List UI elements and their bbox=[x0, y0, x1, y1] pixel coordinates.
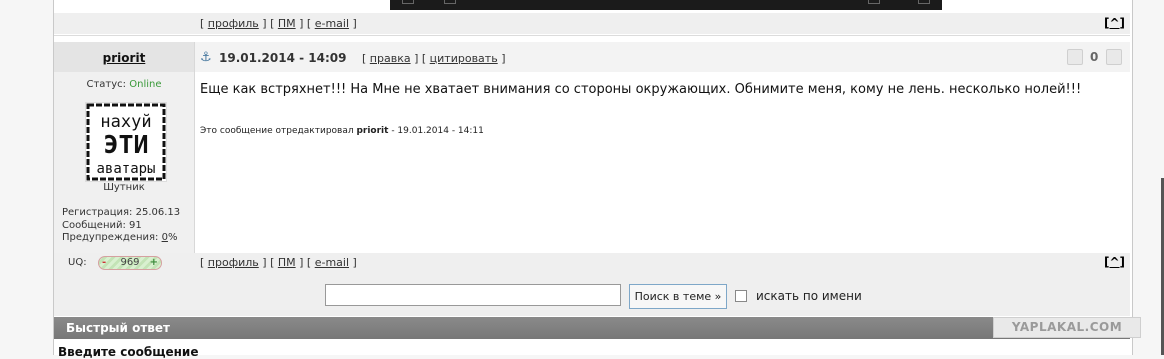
search-input[interactable] bbox=[325, 284, 621, 306]
user-rank: Шутник bbox=[103, 182, 145, 193]
status-label: Статус: bbox=[86, 79, 127, 90]
profile-link[interactable]: профиль bbox=[208, 256, 259, 269]
message-count: Сообщений: 91 bbox=[62, 220, 142, 231]
pm-link[interactable]: ПМ bbox=[278, 17, 296, 30]
column-divider bbox=[194, 42, 195, 273]
uq-value: 969 bbox=[120, 257, 140, 268]
email-link[interactable]: e-mail bbox=[315, 17, 349, 30]
edit-note: Это сообщение отредактировал priorit - 1… bbox=[200, 126, 484, 136]
edit-link[interactable]: правка bbox=[370, 52, 411, 65]
search-by-name-checkbox[interactable] bbox=[735, 290, 747, 302]
fullscreen-icon[interactable] bbox=[918, 0, 930, 4]
prev-post-links: [ профиль ] [ ПМ ] [ e-mail ] bbox=[200, 17, 357, 30]
post-message: Еще как встряхнет!!! На Мне не хватает в… bbox=[200, 82, 1082, 97]
avatar-line-1: нахуй bbox=[100, 112, 151, 132]
edit-note-user: priorit bbox=[356, 126, 389, 136]
uq-badge: - 969 + bbox=[98, 256, 162, 270]
uq-minus-button[interactable]: - bbox=[102, 257, 106, 269]
search-button[interactable]: Поиск в теме » bbox=[629, 284, 727, 309]
status-value: Online bbox=[129, 79, 162, 90]
pm-link[interactable]: ПМ bbox=[278, 256, 296, 269]
rating-count: 0 bbox=[1090, 50, 1099, 64]
search-by-name-label: искать по имени bbox=[756, 289, 862, 303]
avatar: нахуй ЭТИ аватары bbox=[85, 102, 167, 182]
quick-reply-title: Быстрый ответ bbox=[66, 321, 170, 335]
profile-link[interactable]: профиль bbox=[208, 17, 259, 30]
author-name[interactable]: priorit bbox=[54, 51, 194, 65]
registration-date: Регистрация: 25.06.13 bbox=[62, 207, 181, 218]
play-icon[interactable] bbox=[402, 0, 414, 4]
thumb-down-icon[interactable] bbox=[1067, 49, 1083, 65]
status: Статус: Online bbox=[54, 79, 194, 90]
to-top-link[interactable]: [^] bbox=[1104, 16, 1125, 30]
warnings: Предупреждения: 0% bbox=[62, 232, 178, 243]
uq-label: UQ: bbox=[68, 257, 87, 268]
post-links: [ профиль ] [ ПМ ] [ e-mail ] bbox=[200, 256, 357, 269]
post-actions: [ правка ] [ цитировать ] bbox=[362, 52, 506, 65]
anchor-icon[interactable]: ⚓ bbox=[200, 50, 212, 65]
post-date: 19.01.2014 - 14:09 bbox=[219, 51, 347, 65]
video-player-strip bbox=[390, 0, 942, 10]
email-link[interactable]: e-mail bbox=[315, 256, 349, 269]
divider bbox=[54, 35, 1130, 36]
uq-plus-button[interactable]: + bbox=[150, 257, 158, 269]
quick-reply-bar bbox=[54, 317, 1130, 339]
volume-icon[interactable] bbox=[444, 0, 456, 4]
settings-icon[interactable] bbox=[868, 0, 880, 4]
to-top-link[interactable]: [^] bbox=[1104, 255, 1125, 269]
avatar-line-3: аватары bbox=[96, 161, 155, 177]
message-input-label: Введите сообщение bbox=[58, 345, 199, 359]
site-logo: YAPLAKAL.COM bbox=[993, 317, 1141, 338]
avatar-line-2: ЭТИ bbox=[103, 130, 148, 159]
thumb-up-icon[interactable] bbox=[1106, 49, 1122, 65]
quote-link[interactable]: цитировать bbox=[430, 52, 498, 65]
